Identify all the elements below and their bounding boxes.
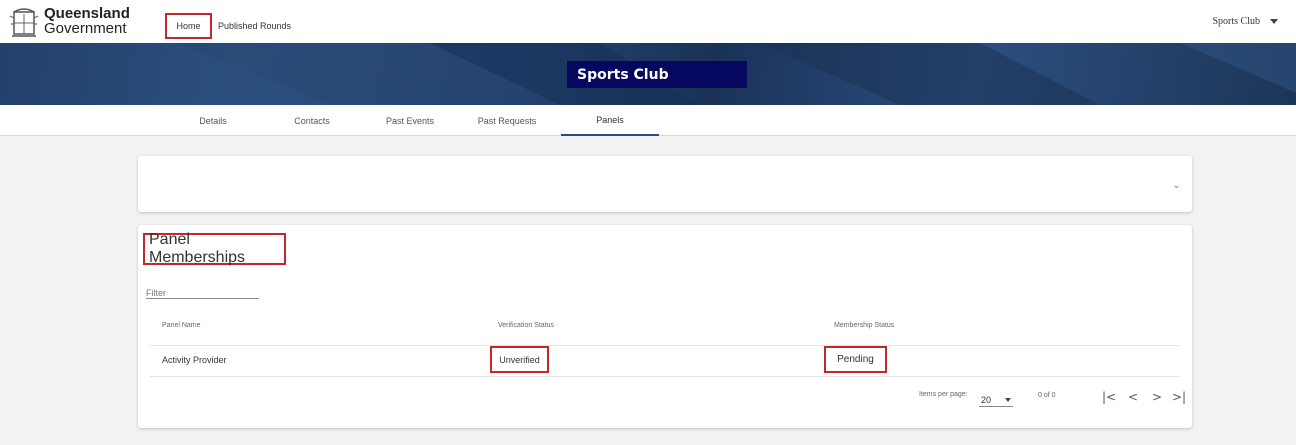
filter-input[interactable] <box>146 285 259 301</box>
page-size-value: 20 <box>981 394 992 405</box>
tab-details[interactable]: Details <box>178 105 248 136</box>
column-header-verification-status[interactable]: Verification Status <box>498 322 554 329</box>
caret-down-icon <box>1270 19 1278 24</box>
logo-text-government: Government <box>44 20 127 37</box>
top-bar: Queensland Government Home Published Rou… <box>0 0 1296 43</box>
collapsible-card[interactable]: ⌄ <box>138 156 1192 212</box>
previous-page-icon[interactable]: < <box>1124 388 1142 406</box>
banner-title: Sports Club <box>567 61 747 88</box>
cell-membership-status: Pending <box>824 346 887 373</box>
filter-field[interactable] <box>146 283 259 301</box>
caret-down-icon <box>1005 397 1011 402</box>
user-name: Sports Club <box>1212 16 1260 27</box>
cell-verification-status: Unverified <box>490 346 549 373</box>
user-menu[interactable]: Sports Club <box>1212 16 1278 27</box>
tab-past-events[interactable]: Past Events <box>370 105 450 136</box>
chevron-down-icon[interactable]: ⌄ <box>1172 180 1180 191</box>
column-header-panel-name[interactable]: Panel Name <box>162 322 201 329</box>
nav-home[interactable]: Home <box>165 13 212 39</box>
last-page-icon[interactable]: >| <box>1170 388 1188 406</box>
items-per-page-label: Items per page: <box>919 391 968 398</box>
table-divider <box>150 345 1180 346</box>
tab-past-requests[interactable]: Past Requests <box>462 105 552 136</box>
panel-memberships-card: Panel Memberships Panel Name Verificatio… <box>138 225 1192 428</box>
crest-icon <box>9 8 39 37</box>
table-divider <box>150 376 1180 377</box>
queensland-government-logo[interactable]: Queensland Government <box>8 4 148 40</box>
tab-contacts[interactable]: Contacts <box>277 105 347 136</box>
column-header-membership-status[interactable]: Membership Status <box>834 322 894 329</box>
cell-panel-name: Activity Provider <box>162 355 227 365</box>
first-page-icon[interactable]: |< <box>1100 388 1118 406</box>
next-page-icon[interactable]: > <box>1148 388 1166 406</box>
organisation-banner: Sports Club <box>0 43 1296 105</box>
panel-memberships-title: Panel Memberships <box>143 231 286 266</box>
nav-published-rounds[interactable]: Published Rounds <box>218 13 291 39</box>
pagination-range: 0 of 0 <box>1038 392 1056 399</box>
tab-bar: Details Contacts Past Events Past Reques… <box>0 105 1296 136</box>
page-size-select[interactable]: 20 <box>979 393 1013 407</box>
tab-panels[interactable]: Panels <box>561 105 659 136</box>
